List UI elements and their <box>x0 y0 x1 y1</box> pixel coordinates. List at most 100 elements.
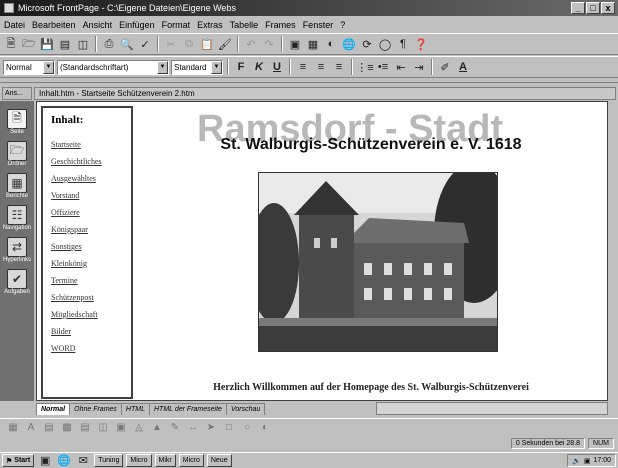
menu-fenster[interactable]: Fenster <box>303 20 334 30</box>
nav-link-termine[interactable]: Termine <box>51 276 131 285</box>
volume-icon[interactable]: 🔊 <box>572 457 581 465</box>
hyperlink-icon[interactable]: 🌐 <box>341 36 357 52</box>
taskbar-app-micro-2[interactable]: Micro <box>178 454 204 467</box>
paste-icon[interactable]: 📋 <box>199 36 215 52</box>
quicklaunch-browser-icon[interactable]: 🌐 <box>56 453 72 468</box>
menu-extras[interactable]: Extras <box>197 20 223 30</box>
decrease-indent-icon[interactable]: ⇤ <box>393 59 409 75</box>
folder-list-icon[interactable]: ◫ <box>75 36 91 52</box>
highlight-icon[interactable]: ✐ <box>437 59 453 75</box>
maximize-button[interactable]: □ <box>586 2 600 14</box>
nav-link-bilder[interactable]: Bilder <box>51 327 131 336</box>
cut-icon[interactable]: ✂ <box>163 36 179 52</box>
clock[interactable]: 17:00 <box>593 457 611 464</box>
merge-cells-icon[interactable]: ▣ <box>114 422 128 434</box>
font-color-icon[interactable]: A <box>455 59 471 75</box>
distribute-icon[interactable]: ↔ <box>186 422 200 434</box>
print-icon[interactable]: ⎙ <box>101 36 117 52</box>
taskbar-app-neue[interactable]: Neue <box>206 454 232 467</box>
view-reports[interactable]: ▦ Berichte <box>6 173 28 199</box>
nav-link-vorstand[interactable]: Vorstand <box>51 191 131 200</box>
taskbar-app-micro-1[interactable]: Micro <box>126 454 152 467</box>
menu-bearbeiten[interactable]: Bearbeiten <box>32 20 76 30</box>
nav-link-ausgewaehltes[interactable]: Ausgewähltes <box>51 174 131 183</box>
help-icon[interactable]: ❓ <box>413 36 429 52</box>
start-button[interactable]: ⚑ Start <box>2 454 35 467</box>
nav-link-kleinkoenig[interactable]: Kleinkönig <box>51 259 131 268</box>
menu-tabelle[interactable]: Tabelle <box>230 20 259 30</box>
copy-icon[interactable]: ⧉ <box>181 36 197 52</box>
tab-html-frameseite[interactable]: HTML der Frameseite <box>148 403 227 415</box>
align-right-icon[interactable]: ≡ <box>331 59 347 75</box>
menu-ansicht[interactable]: Ansicht <box>83 20 113 30</box>
line-color-icon[interactable]: ✎ <box>168 422 182 434</box>
menu-einfuegen[interactable]: Einfügen <box>119 20 155 30</box>
menu-help[interactable]: ? <box>340 20 345 30</box>
view-folders[interactable]: 🗁 Ordner <box>7 141 27 167</box>
page-editor[interactable]: Inhalt: Startseite Geschichtliches Ausge… <box>36 101 608 401</box>
tab-vorschau[interactable]: Vorschau <box>225 403 266 415</box>
picture-tool-icon[interactable]: ◐ <box>258 422 272 434</box>
font-select[interactable]: (Standardschriftart) ▼ <box>57 59 169 75</box>
menu-frames[interactable]: Frames <box>265 20 296 30</box>
bullet-list-icon[interactable]: •≡ <box>375 59 391 75</box>
nav-link-koenigspaar[interactable]: Königspaar <box>51 225 131 234</box>
web-component-icon[interactable]: ▣ <box>287 36 303 52</box>
redo-icon[interactable]: ↷ <box>261 36 277 52</box>
style-select[interactable]: Normal ▼ <box>3 59 55 75</box>
open-icon[interactable]: 🗁 <box>21 36 37 52</box>
format-painter-icon[interactable]: 🖌 <box>217 36 233 52</box>
fill-color-icon[interactable]: ▲ <box>150 422 164 434</box>
insert-columns-icon[interactable]: ◫ <box>96 422 110 434</box>
view-hyperlinks[interactable]: ⇄ Hyperlinks <box>3 237 31 263</box>
increase-indent-icon[interactable]: ⇥ <box>411 59 427 75</box>
preview-icon[interactable]: 🔍 <box>119 36 135 52</box>
numbered-list-icon[interactable]: ⋮≡ <box>356 59 373 75</box>
nav-link-word[interactable]: WORD <box>51 344 131 353</box>
size-select[interactable]: Standard ▼ <box>171 59 223 75</box>
taskbar-app-tuning[interactable]: Tuning <box>94 454 124 467</box>
table-draw-icon[interactable]: ▦ <box>6 422 20 434</box>
publish-icon[interactable]: ▤ <box>57 36 73 52</box>
undo-icon[interactable]: ↶ <box>243 36 259 52</box>
paragraph-icon[interactable]: ¶ <box>395 36 411 52</box>
quicklaunch-mail-icon[interactable]: ✉ <box>75 453 91 468</box>
nav-link-schuetzenpost[interactable]: Schützenpost <box>51 293 131 302</box>
menu-format[interactable]: Format <box>162 20 191 30</box>
tab-normal[interactable]: Normal <box>36 403 71 415</box>
nav-link-startseite[interactable]: Startseite <box>51 140 131 149</box>
refresh-icon[interactable]: ⟳ <box>359 36 375 52</box>
taskbar-app-mikr[interactable]: Mikr <box>154 454 176 467</box>
text-tool-icon[interactable]: A <box>24 422 38 434</box>
save-icon[interactable]: 💾 <box>39 36 55 52</box>
nav-link-mitgliedschaft[interactable]: Mitgliedschaft <box>51 310 131 319</box>
split-cells-icon[interactable]: ◬ <box>132 422 146 434</box>
table-icon[interactable]: ▦ <box>305 36 321 52</box>
shapes-icon[interactable]: □ <box>222 422 236 434</box>
align-center-icon[interactable]: ≡ <box>313 59 329 75</box>
align-left-icon[interactable]: ≡ <box>295 59 311 75</box>
minimize-button[interactable]: _ <box>571 2 585 14</box>
view-tasks[interactable]: ✔ Aufgaben <box>4 269 30 295</box>
underline-button[interactable]: U <box>269 59 285 75</box>
grid-icon[interactable]: ▩ <box>60 422 74 434</box>
arrow-tool-icon[interactable]: ➤ <box>204 422 218 434</box>
nav-link-sonstiges[interactable]: Sonstiges <box>51 242 131 251</box>
view-navigation[interactable]: ☷ Navigation <box>3 205 31 231</box>
insert-rows-icon[interactable]: ▤ <box>78 422 92 434</box>
spelling-icon[interactable]: ✓ <box>137 36 153 52</box>
oval-tool-icon[interactable]: ○ <box>240 422 254 434</box>
align-icon[interactable]: ▤ <box>42 422 56 434</box>
view-page[interactable]: 🗎 Seite <box>7 109 27 135</box>
tab-ohne-frames[interactable]: Ohne Frames <box>69 403 122 415</box>
quicklaunch-desktop-icon[interactable]: ▣ <box>37 453 53 468</box>
nav-link-offiziere[interactable]: Offiziere <box>51 208 131 217</box>
italic-button[interactable]: K <box>251 59 267 75</box>
nav-link-geschichtliches[interactable]: Geschichtliches <box>51 157 131 166</box>
bold-button[interactable]: F <box>233 59 249 75</box>
tab-html[interactable]: HTML <box>120 403 150 415</box>
close-button[interactable]: x <box>601 2 615 14</box>
new-page-icon[interactable]: 🗎 <box>3 36 19 52</box>
network-icon[interactable]: ▣ <box>584 457 591 465</box>
horizontal-scrollbar[interactable] <box>376 402 608 415</box>
